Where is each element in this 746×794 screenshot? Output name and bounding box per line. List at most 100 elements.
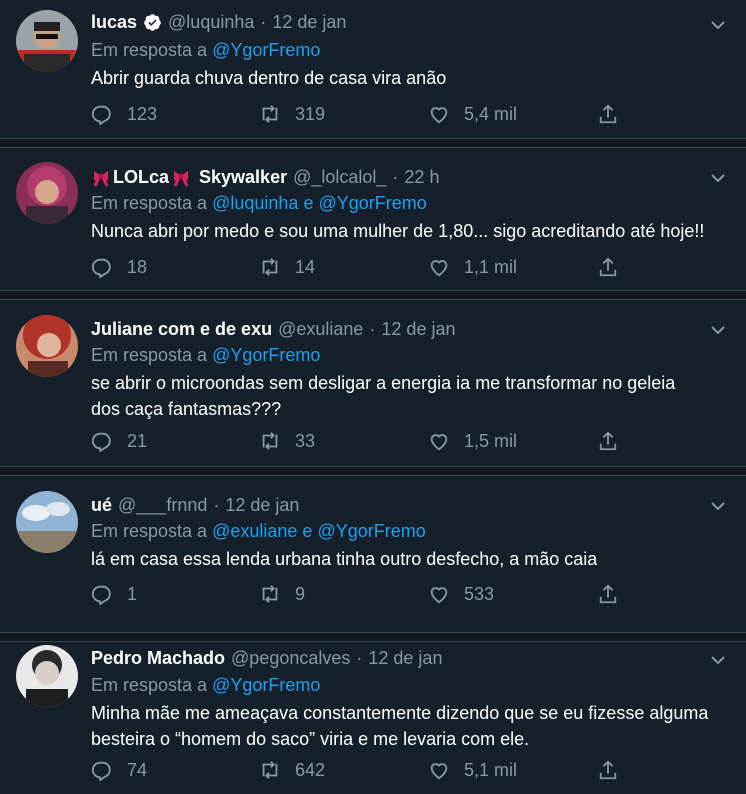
- handle[interactable]: @___frnnd: [118, 495, 207, 516]
- retweet-icon: [262, 432, 278, 450]
- reply-count: 123: [127, 103, 158, 124]
- display-name[interactable]: LOLca Skywalker: [91, 167, 287, 188]
- retweet-icon: [262, 258, 278, 276]
- retweet-button[interactable]: 642: [259, 759, 325, 781]
- separator: [0, 632, 746, 642]
- retweet-button[interactable]: 9: [259, 583, 305, 605]
- timestamp[interactable]: 12 de jan: [225, 495, 299, 516]
- reply-icon: [91, 432, 111, 452]
- share-icon: [599, 584, 617, 604]
- reply-count: 21: [127, 430, 148, 451]
- handle[interactable]: @pegoncalves: [231, 648, 350, 669]
- like-count: 5,4 mil: [464, 103, 518, 124]
- like-button[interactable]: 533: [428, 583, 494, 605]
- handle[interactable]: @luquinha: [168, 12, 254, 33]
- handle[interactable]: @_lolcalol_: [293, 167, 386, 188]
- mention-link[interactable]: @YgorFremo: [318, 193, 426, 213]
- tweet-text: se abrir o microondas sem desligar a ene…: [91, 373, 676, 419]
- tweet-text: Minha mãe me ameaçava constantemente diz…: [91, 703, 709, 749]
- chevron-down-icon[interactable]: [710, 652, 726, 668]
- reply-button[interactable]: 1: [91, 583, 137, 605]
- reply-button[interactable]: 18: [91, 256, 147, 278]
- share-icon: [599, 104, 617, 124]
- verified-badge-icon: [144, 14, 161, 31]
- heart-icon: [430, 260, 448, 277]
- retweet-icon: [262, 585, 278, 603]
- share-icon: [599, 431, 617, 451]
- timestamp[interactable]: 12 de jan: [272, 12, 346, 33]
- share-button[interactable]: [597, 103, 633, 125]
- chevron-down-icon[interactable]: [710, 170, 726, 186]
- tweet-4[interactable]: ué @___frnnd · 12 de jan Em resposta a @…: [0, 476, 746, 632]
- display-name[interactable]: Juliane com e de exu: [91, 319, 272, 340]
- display-name[interactable]: ué: [91, 495, 112, 516]
- reply-context: Em resposta a @YgorFremo: [91, 345, 321, 365]
- like-count: 533: [464, 583, 495, 604]
- like-count: 1,5 mil: [464, 430, 518, 451]
- tweet-text: lá em casa essa lenda urbana tinha outro…: [91, 549, 598, 569]
- reply-button[interactable]: 123: [91, 103, 157, 125]
- heart-icon: [430, 763, 448, 780]
- reply-button[interactable]: 74: [91, 759, 147, 781]
- reply-icon: [91, 105, 111, 125]
- share-button[interactable]: [597, 583, 633, 605]
- retweet-icon: [262, 105, 278, 123]
- retweet-count: 33: [295, 430, 316, 451]
- mention-link[interactable]: @luquinha: [212, 193, 298, 213]
- timestamp[interactable]: 22 h: [404, 167, 439, 188]
- handle[interactable]: @exuliane: [278, 319, 363, 340]
- avatar[interactable]: [16, 315, 78, 377]
- retweet-button[interactable]: 319: [259, 103, 325, 125]
- avatar[interactable]: [16, 491, 78, 553]
- tweet-1[interactable]: lucas @luquinha · 12 de jan Em resposta …: [0, 0, 746, 138]
- chevron-down-icon[interactable]: [710, 498, 726, 514]
- display-name[interactable]: lucas: [91, 12, 162, 33]
- mention-link[interactable]: @YgorFremo: [212, 675, 320, 695]
- like-button[interactable]: 1,1 mil: [428, 256, 517, 278]
- share-icon: [599, 257, 617, 277]
- reply-icon: [91, 761, 111, 781]
- retweet-icon: [262, 761, 278, 779]
- retweet-button[interactable]: 14: [259, 256, 315, 278]
- like-count: 5,1 mil: [464, 759, 518, 780]
- share-button[interactable]: [597, 759, 633, 781]
- mention-link[interactable]: @YgorFremo: [317, 521, 425, 541]
- tweet-text: Nunca abri por medo e sou uma mulher de …: [91, 221, 705, 241]
- like-button[interactable]: 1,5 mil: [428, 430, 517, 452]
- reply-context: Em resposta a @luquinha e @YgorFremo: [91, 193, 427, 213]
- display-name[interactable]: Pedro Machado: [91, 648, 225, 669]
- heart-icon: [430, 107, 448, 124]
- tweet-text: Abrir guarda chuva dentro de casa vira a…: [91, 68, 447, 88]
- timestamp[interactable]: 12 de jan: [381, 319, 455, 340]
- ribbon-icon: [93, 170, 109, 187]
- avatar[interactable]: [16, 162, 78, 224]
- like-button[interactable]: 5,1 mil: [428, 759, 517, 781]
- mention-link[interactable]: @exuliane: [212, 521, 297, 541]
- share-button[interactable]: [597, 256, 633, 278]
- timestamp[interactable]: 12 de jan: [368, 648, 442, 669]
- reply-count: 18: [127, 256, 148, 277]
- avatar[interactable]: [16, 645, 78, 707]
- tweet-2[interactable]: LOLca Skywalker @_lolcalol_ · 22 h Em re…: [0, 148, 746, 290]
- separator: [0, 290, 746, 300]
- mention-link[interactable]: @YgorFremo: [212, 345, 320, 365]
- reply-button[interactable]: 21: [91, 430, 147, 452]
- retweet-count: 642: [295, 759, 326, 780]
- chevron-down-icon[interactable]: [710, 322, 726, 338]
- reply-context: Em resposta a @exuliane e @YgorFremo: [91, 521, 426, 541]
- reply-count: 1: [127, 583, 138, 604]
- reply-icon: [91, 258, 111, 278]
- share-button[interactable]: [597, 430, 633, 452]
- like-button[interactable]: 5,4 mil: [428, 103, 517, 125]
- reply-context: Em resposta a @YgorFremo: [91, 40, 321, 60]
- chevron-down-icon[interactable]: [710, 17, 726, 33]
- ribbon-icon: [173, 170, 189, 187]
- retweet-count: 319: [295, 103, 326, 124]
- reply-count: 74: [127, 759, 148, 780]
- tweet-5[interactable]: Pedro Machado @pegoncalves · 12 de jan E…: [0, 642, 746, 794]
- avatar[interactable]: [16, 10, 78, 72]
- like-count: 1,1 mil: [464, 256, 518, 277]
- mention-link[interactable]: @YgorFremo: [212, 40, 320, 60]
- retweet-button[interactable]: 33: [259, 430, 315, 452]
- tweet-3[interactable]: Juliane com e de exu @exuliane · 12 de j…: [0, 300, 746, 466]
